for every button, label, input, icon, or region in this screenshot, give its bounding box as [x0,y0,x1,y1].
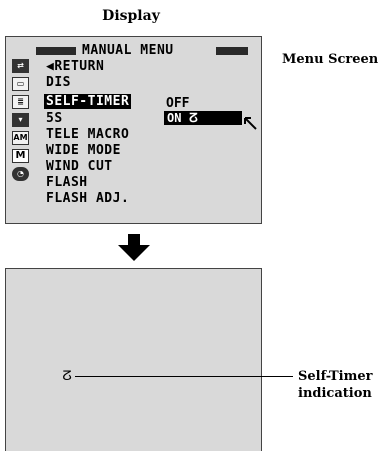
menu-item-wide-mode[interactable]: WIDE MODE [46,143,121,158]
menu-item-dis[interactable]: DIS [46,75,71,90]
menu-item-flash-adj[interactable]: FLASH ADJ. [46,191,129,206]
self-timer-label-line2: indication [298,386,372,401]
menu-screen: MANUAL MENU ⇄ ▭ ≣ ▾ AM M ◔ ◀RETURN DIS S… [5,36,262,224]
camera-mode-icon[interactable]: ⇄ [12,59,29,73]
auto-manual-icon[interactable]: AM [12,131,29,145]
menu-item-wind-cut[interactable]: WIND CUT [46,159,113,174]
menu-title-text: MANUAL MENU [82,43,174,58]
system-icon[interactable]: ▾ [12,113,29,127]
down-arrow-icon [118,234,150,261]
pointer-arrow-icon [244,117,257,130]
display-label: Display [102,8,160,24]
title-bar-left [36,47,76,55]
manual-icon[interactable]: M [12,149,29,163]
option-off[interactable]: OFF [166,96,189,111]
option-on[interactable]: ON ⵒ [164,111,242,125]
self-timer-small-icon: ⵒ [188,111,198,125]
option-on-label: ON [167,111,182,125]
display-screen [5,268,262,451]
title-bar-right [216,47,248,55]
menu-item-flash[interactable]: FLASH [46,175,88,190]
record-mode-icon[interactable]: ▭ [12,77,29,91]
display-settings-icon[interactable]: ≣ [12,95,29,109]
self-timer-indication-label: Self-Timer indication [298,368,372,402]
menu-screen-label: Menu Screen [282,52,379,67]
menu-item-return[interactable]: ◀RETURN [46,59,104,74]
callout-line [75,376,293,377]
menu-item-tele-macro[interactable]: TELE MACRO [46,127,129,142]
menu-item-self-timer[interactable]: SELF-TIMER [44,94,132,109]
clock-icon[interactable]: ◔ [12,167,29,181]
self-timer-label-line1: Self-Timer [298,369,373,384]
menu-title: MANUAL MENU [36,43,248,58]
self-timer-icon: ⵒ [62,369,72,384]
menu-item-5s[interactable]: 5S [46,111,63,126]
